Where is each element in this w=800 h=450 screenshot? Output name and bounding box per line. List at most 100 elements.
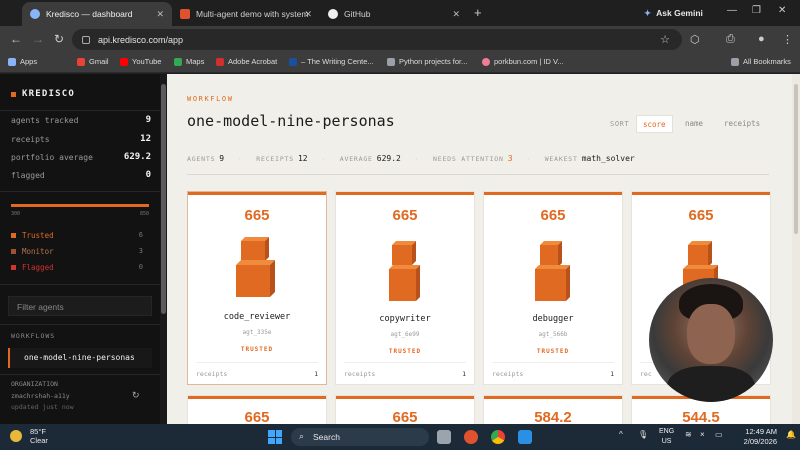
save-icon[interactable]: ⎙ <box>726 33 735 46</box>
receipts-count: 1 <box>462 370 466 378</box>
sort-score-button[interactable]: score <box>636 115 673 133</box>
brand-name: KREDISCO <box>22 89 75 99</box>
sort-receipts-button[interactable]: receipts <box>718 115 766 133</box>
agent-card-row2-3[interactable]: 584.2 <box>484 396 622 424</box>
metric-receipts: 12 <box>297 154 308 163</box>
separator-dot: · <box>526 155 531 163</box>
agent-card-row2-2[interactable]: 665 <box>336 396 474 424</box>
organization-updated: updated just now <box>11 403 74 411</box>
app-icon[interactable] <box>464 430 478 444</box>
volume-icon[interactable]: × <box>700 430 705 439</box>
site-info-icon[interactable] <box>82 35 90 44</box>
close-icon[interactable]: ✕ <box>304 9 312 20</box>
agent-card-row2-1[interactable]: 665 <box>188 396 326 424</box>
bookmark-star-icon[interactable]: ☆ <box>660 33 670 46</box>
agent-card-debugger[interactable]: 665 debugger agt_566b TRUSTED receipts 1 <box>484 192 622 384</box>
sidebar-scroll-thumb[interactable] <box>161 84 166 314</box>
tray-overflow-icon[interactable]: ^ <box>619 430 623 439</box>
battery-icon[interactable]: ▭ <box>715 430 723 439</box>
bookmark-python[interactable]: Python projects for... <box>387 57 467 66</box>
vscode-icon[interactable] <box>518 430 532 444</box>
bookmark-writing-center[interactable]: – The Writing Cente... <box>289 57 374 66</box>
stat-label: flagged <box>11 171 45 180</box>
porkbun-icon <box>482 57 490 66</box>
weather-widget[interactable]: 85°F Clear <box>10 427 48 445</box>
notification-icon[interactable]: 🔔 <box>786 430 796 439</box>
sidebar: KREDISCO agents tracked 9 receipts 12 port… <box>0 74 160 424</box>
filter-agents-input[interactable]: Filter agents <box>8 296 152 316</box>
menu-icon[interactable]: ⋮ <box>782 33 793 46</box>
bookmark-youtube[interactable]: YouTube <box>120 57 161 66</box>
legend-swatch <box>11 249 16 254</box>
stat-value: 629.2 <box>123 152 151 162</box>
close-icon[interactable]: ✕ <box>156 9 164 20</box>
agent-score: 665 <box>540 207 566 224</box>
bookmark-label: Apps <box>20 57 38 66</box>
divider <box>0 191 160 192</box>
workflow-item-one-model-nine-personas[interactable]: one-model-nine-personas <box>8 348 152 368</box>
divider <box>0 374 160 375</box>
main-scroll-thumb[interactable] <box>794 84 798 234</box>
language-indicator[interactable]: ENG US <box>659 427 674 447</box>
extensions-icon[interactable]: ⬡ <box>690 33 700 46</box>
close-window-icon[interactable]: ✕ <box>778 5 786 16</box>
taskbar-clock[interactable]: 12:49 AM 2/09/2026 <box>735 427 777 447</box>
back-icon[interactable]: ← <box>10 32 22 46</box>
receipts-count: 1 <box>610 370 614 378</box>
bookmark-apps[interactable]: Apps <box>8 57 37 66</box>
microphone-icon[interactable]: 🎙 <box>638 430 648 439</box>
bookmark-maps[interactable]: Maps <box>174 57 204 66</box>
legend-trusted[interactable]: Trusted 6 <box>11 231 143 240</box>
ask-gemini-button[interactable]: ✦ Ask Gemini <box>636 4 711 22</box>
restore-icon[interactable]: ❐ <box>752 5 761 16</box>
sort-name-button[interactable]: name <box>679 115 709 133</box>
windows-start-icon[interactable] <box>268 430 282 444</box>
tab-kredisco[interactable]: Kredisco — dashboard ✕ <box>22 2 172 26</box>
taskbar-search[interactable]: ⌕ Search <box>291 428 429 446</box>
metric-label: AGENTS <box>187 155 216 163</box>
bookmark-gmail[interactable]: Gmail <box>77 57 109 66</box>
folder-icon <box>387 57 395 66</box>
bookmark-porkbun[interactable]: porkbun.com | ID V... <box>482 57 564 66</box>
refresh-icon[interactable]: ↻ <box>132 390 140 401</box>
receipts-count: 1 <box>314 370 318 378</box>
legend-flagged[interactable]: Flagged 0 <box>11 263 143 272</box>
status-badge: TRUSTED <box>388 348 422 355</box>
metric-label: NEEDS ATTENTION <box>433 155 504 163</box>
bookmark-label: Adobe Acrobat <box>228 57 278 66</box>
workflow-label: one-model-nine-personas <box>24 353 135 362</box>
agent-card-code-reviewer[interactable]: 665 code_reviewer agt_335e TRUSTED recei… <box>188 192 326 384</box>
chrome-icon[interactable] <box>491 430 505 444</box>
new-tab-icon[interactable]: + <box>474 5 482 20</box>
tab-github[interactable]: GitHub ✕ <box>320 2 468 26</box>
address-bar[interactable]: api.kredisco.com/app ☆ <box>72 29 682 50</box>
wifi-icon[interactable]: ≋ <box>685 430 692 439</box>
apps-icon <box>8 57 16 66</box>
profile-icon[interactable]: ● <box>758 33 765 45</box>
close-icon[interactable]: ✕ <box>452 9 460 20</box>
gemini-icon: ✦ <box>644 7 652 18</box>
forward-icon[interactable]: → <box>32 32 44 46</box>
brand-logo: KREDISCO <box>11 89 75 99</box>
stat-label: receipts <box>11 135 50 144</box>
divider <box>0 110 160 111</box>
tab-multi-agent[interactable]: Multi-agent demo with system ✕ <box>172 2 320 26</box>
agent-name: debugger <box>532 314 574 324</box>
bookmark-all[interactable]: All Bookmarks <box>731 57 791 66</box>
minimize-icon[interactable]: — <box>727 5 737 16</box>
agent-card-copywriter[interactable]: 665 copywriter agt_6e99 TRUSTED receipts… <box>336 192 474 384</box>
task-view-icon[interactable] <box>437 430 451 444</box>
agent-id: agt_335e <box>242 329 272 336</box>
main-scrollbar[interactable] <box>792 74 800 424</box>
bookmark-label: – The Writing Cente... <box>301 57 374 66</box>
legend-monitor[interactable]: Monitor 3 <box>11 247 143 256</box>
divider <box>187 174 769 175</box>
card-footer: receipts 1 <box>492 362 614 384</box>
metric-agents: 9 <box>219 154 225 163</box>
filter-placeholder: Filter agents <box>17 302 64 312</box>
reload-icon[interactable]: ↻ <box>54 32 64 46</box>
stat-value: 12 <box>140 134 151 144</box>
stat-value: 9 <box>145 115 151 125</box>
bookmark-acrobat[interactable]: Adobe Acrobat <box>216 57 277 66</box>
agent-score: 665 <box>244 409 270 424</box>
